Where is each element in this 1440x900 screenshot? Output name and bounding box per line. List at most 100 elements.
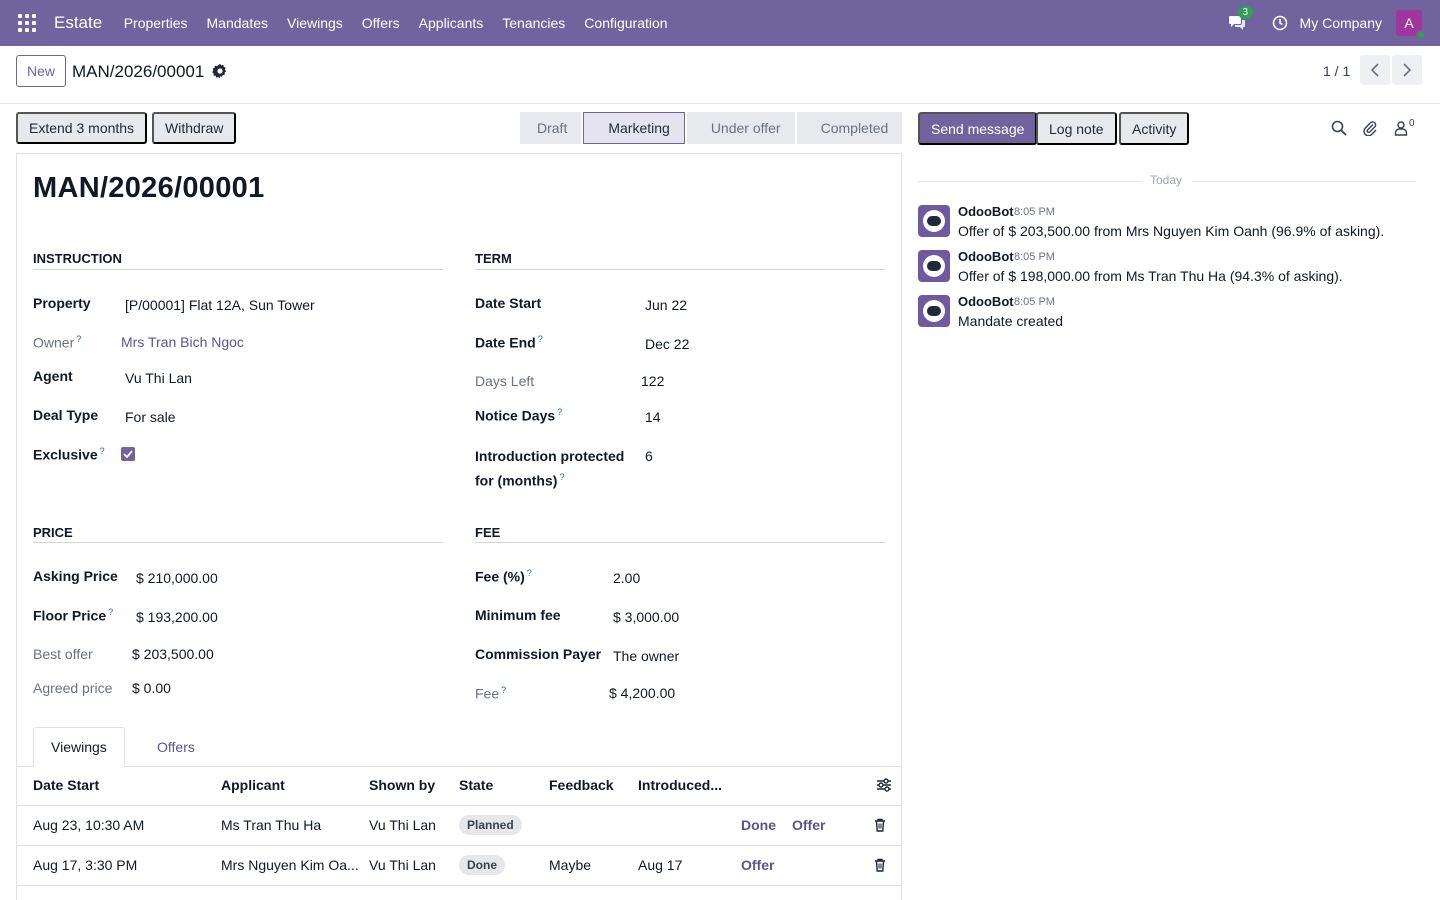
menu-properties[interactable]: Properties [114, 15, 197, 31]
activity-button[interactable]: Activity [1119, 112, 1190, 145]
odoobot-avatar[interactable] [918, 250, 950, 282]
notice-days-label: Notice Days? [475, 407, 562, 424]
table-row[interactable] [17, 885, 901, 900]
pager-value[interactable]: 1 / 1 [1323, 63, 1350, 79]
minimum-fee-field[interactable]: $ 3,000.00 [613, 609, 679, 625]
gear-icon[interactable] [212, 63, 228, 79]
online-status-dot [1416, 30, 1426, 40]
trash-icon[interactable] [874, 858, 886, 872]
row-done-button[interactable]: Done [741, 817, 776, 833]
date-separator: Today [918, 173, 1416, 189]
checkmark-icon [123, 450, 133, 458]
commission-payer-field[interactable]: The owner [613, 648, 679, 664]
column-introduced[interactable]: Introduced... [638, 777, 722, 793]
price-heading: Price [33, 525, 73, 540]
menu-viewings[interactable]: Viewings [278, 15, 353, 31]
message-author[interactable]: OdooBot [958, 294, 1014, 309]
deal-type-field[interactable]: For sale [125, 409, 176, 425]
help-tooltip-icon[interactable]: ? [108, 607, 113, 617]
activity-clock-icon[interactable] [1272, 15, 1288, 31]
row-applicant: Mrs Nguyen Kim Oa... [221, 857, 359, 873]
search-icon[interactable] [1331, 120, 1347, 136]
agent-label: Agent [33, 368, 73, 384]
exclusive-checkbox[interactable] [121, 447, 135, 461]
followers-icon[interactable] [1393, 120, 1409, 136]
asking-price-label: Asking Price [33, 568, 118, 584]
pager-next-button[interactable] [1392, 55, 1422, 85]
pager-previous-button[interactable] [1360, 55, 1390, 85]
property-field[interactable]: [P/00001] Flat 12A, Sun Tower [125, 297, 315, 313]
column-date-start[interactable]: Date Start [33, 777, 99, 793]
row-applicant: Ms Tran Thu Ha [221, 817, 322, 833]
tab-viewings[interactable]: Viewings [33, 727, 125, 767]
help-tooltip-icon[interactable]: ? [501, 685, 506, 695]
extend-3-months-button[interactable]: Extend 3 months [16, 112, 148, 144]
menu-tenancies[interactable]: Tenancies [493, 15, 575, 31]
trash-icon[interactable] [874, 818, 886, 832]
property-label: Property [33, 295, 91, 311]
help-tooltip-icon[interactable]: ? [76, 334, 81, 344]
floor-price-field[interactable]: $ 193,200.00 [136, 609, 218, 625]
messages-icon[interactable]: 3 [1228, 6, 1254, 31]
paperclip-icon[interactable] [1362, 120, 1378, 136]
log-note-button[interactable]: Log note [1036, 112, 1117, 145]
menu-offers[interactable]: Offers [352, 15, 409, 31]
commission-payer-label: Commission Payer [475, 646, 602, 662]
send-message-button[interactable]: Send message [918, 112, 1038, 145]
date-separator-label: Today [1150, 173, 1183, 187]
owner-field[interactable]: Mrs Tran Bich Ngoc [121, 334, 244, 350]
column-state[interactable]: State [459, 777, 493, 793]
row-offer-button[interactable]: Offer [792, 817, 825, 833]
user-avatar[interactable]: A [1396, 10, 1426, 40]
menu-configuration[interactable]: Configuration [575, 15, 677, 31]
column-shown-by[interactable]: Shown by [369, 777, 435, 793]
help-tooltip-icon[interactable]: ? [100, 446, 105, 456]
column-applicant[interactable]: Applicant [221, 777, 285, 793]
date-end-label: Date End? [475, 334, 543, 351]
date-end-field[interactable]: Dec 22 [645, 336, 689, 352]
record-title: MAN/2026/00001 [33, 172, 265, 204]
apps-menu-icon[interactable] [18, 14, 36, 32]
app-brand[interactable]: Estate [54, 13, 102, 33]
help-tooltip-icon[interactable]: ? [527, 568, 532, 578]
fee-percent-field[interactable]: 2.00 [613, 570, 640, 586]
row-date: Aug 17, 3:30 PM [33, 857, 138, 873]
message-author[interactable]: OdooBot [958, 204, 1014, 219]
fee-heading: Fee [475, 525, 501, 540]
menu-applicants[interactable]: Applicants [409, 15, 493, 31]
date-start-field[interactable]: Jun 22 [645, 297, 687, 313]
followers-count: 0 [1409, 118, 1415, 129]
form-sheet: MAN/2026/00001 Instruction Property [P/0… [16, 153, 902, 900]
help-tooltip-icon[interactable]: ? [538, 334, 543, 344]
row-offer-button[interactable]: Offer [741, 857, 774, 873]
odoobot-avatar[interactable] [918, 205, 950, 237]
column-feedback[interactable]: Feedback [549, 777, 614, 793]
table-row[interactable]: Aug 23, 10:30 AM Ms Tran Thu Ha Vu Thi L… [17, 805, 901, 845]
help-tooltip-icon[interactable]: ? [557, 407, 562, 417]
asking-price-field[interactable]: $ 210,000.00 [136, 570, 218, 586]
minimum-fee-label: Minimum fee [475, 607, 561, 623]
withdraw-button[interactable]: Withdraw [152, 112, 237, 144]
optional-columns-icon[interactable] [876, 778, 892, 792]
stage-draft[interactable]: Draft [520, 112, 582, 144]
deal-type-label: Deal Type [33, 407, 99, 423]
new-button[interactable]: New [16, 55, 67, 87]
term-heading: Term [475, 251, 512, 266]
stage-marketing[interactable]: Marketing [583, 112, 685, 144]
stage-under-offer[interactable]: Under offer [686, 112, 795, 144]
menu-mandates[interactable]: Mandates [197, 15, 277, 31]
floor-price-label: Floor Price? [33, 607, 113, 624]
company-switcher[interactable]: My Company [1300, 15, 1382, 31]
notice-days-field[interactable]: 14 [645, 409, 661, 425]
odoobot-avatar[interactable] [918, 295, 950, 327]
help-tooltip-icon[interactable]: ? [559, 472, 564, 482]
floor-price-label-text: Floor Price [33, 607, 107, 624]
table-row[interactable]: Aug 17, 3:30 PM Mrs Nguyen Kim Oa... Vu … [17, 845, 901, 885]
tab-offers[interactable]: Offers [141, 727, 211, 767]
message-author[interactable]: OdooBot [958, 249, 1014, 264]
row-feedback: Maybe [549, 857, 592, 873]
agent-field[interactable]: Vu Thi Lan [125, 370, 192, 386]
row-shown-by: Vu Thi Lan [369, 817, 436, 833]
stage-completed[interactable]: Completed [796, 112, 903, 144]
intro-protected-field[interactable]: 6 [645, 448, 653, 464]
